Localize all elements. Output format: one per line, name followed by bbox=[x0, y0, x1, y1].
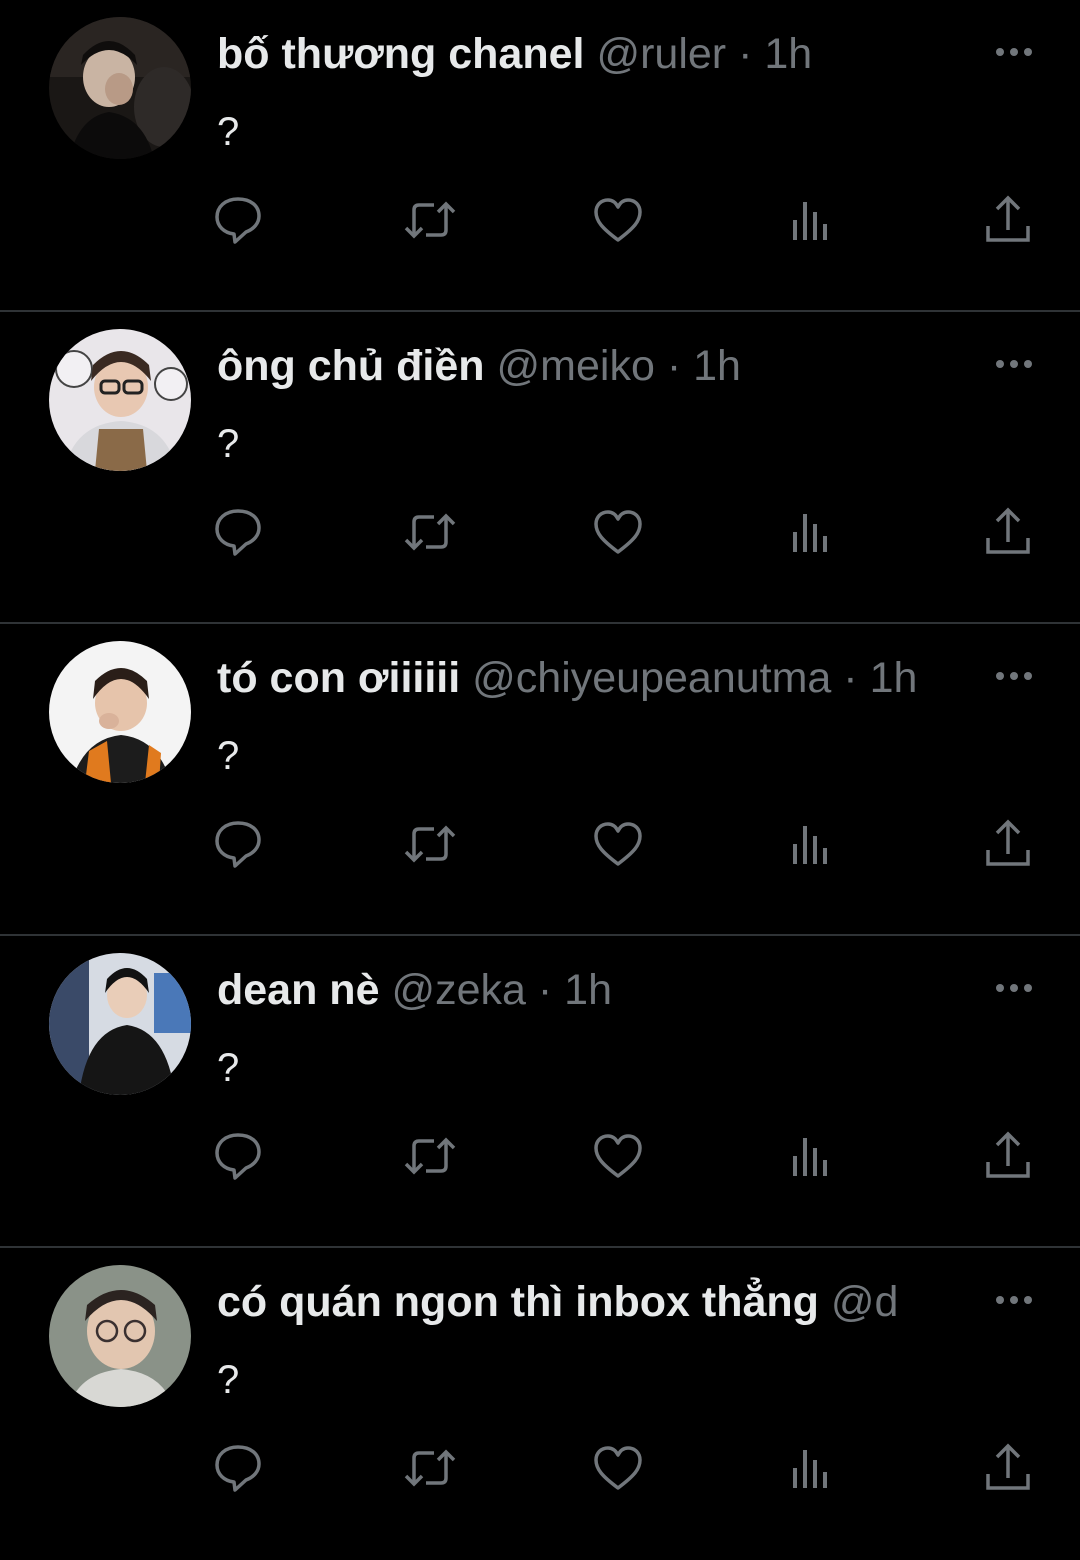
retweet-icon[interactable] bbox=[400, 502, 460, 562]
separator-dot: · bbox=[843, 654, 858, 702]
display-name[interactable]: tó con ơiiiiii bbox=[217, 654, 460, 702]
share-icon[interactable] bbox=[978, 1438, 1038, 1498]
retweet-icon[interactable] bbox=[400, 190, 460, 250]
tweet-header: bố thương chanel @ruler · 1h bbox=[217, 24, 957, 84]
avatar[interactable] bbox=[49, 17, 191, 159]
tweet-header: dean nè @zeka · 1h bbox=[217, 960, 957, 1020]
tweet-actions bbox=[0, 190, 1080, 250]
avatar[interactable] bbox=[49, 953, 191, 1095]
tweet-text: ? bbox=[217, 110, 240, 154]
share-icon[interactable] bbox=[978, 1126, 1038, 1186]
views-icon[interactable] bbox=[780, 1126, 840, 1186]
tweet[interactable]: tó con ơiiiiii @chiyeupeanutma · 1h ? bbox=[0, 624, 1080, 936]
tweet-text: ? bbox=[217, 734, 240, 778]
tweet[interactable]: có quán ngon thì inbox thẳng @d ? bbox=[0, 1248, 1080, 1560]
tweet-actions bbox=[0, 814, 1080, 874]
avatar[interactable] bbox=[49, 1265, 191, 1407]
share-icon[interactable] bbox=[978, 190, 1038, 250]
display-name[interactable]: bố thương chanel bbox=[217, 30, 584, 78]
tweet[interactable]: bố thương chanel @ruler · 1h ? bbox=[0, 0, 1080, 312]
reply-icon[interactable] bbox=[208, 814, 268, 874]
more-options-icon[interactable] bbox=[990, 38, 1038, 66]
like-icon[interactable] bbox=[588, 190, 648, 250]
reply-icon[interactable] bbox=[208, 1438, 268, 1498]
timestamp[interactable]: 1h bbox=[870, 654, 918, 702]
separator-dot: · bbox=[738, 30, 753, 78]
timeline-feed: bố thương chanel @ruler · 1h ? ông chủ đ… bbox=[0, 0, 1080, 1505]
tweet-header: có quán ngon thì inbox thẳng @d bbox=[217, 1272, 957, 1332]
user-handle[interactable]: @chiyeupeanutma bbox=[472, 654, 831, 702]
tweet-actions bbox=[0, 1438, 1080, 1498]
user-handle[interactable]: @ruler bbox=[596, 30, 726, 78]
avatar[interactable] bbox=[49, 329, 191, 471]
retweet-icon[interactable] bbox=[400, 814, 460, 874]
display-name[interactable]: dean nè bbox=[217, 966, 380, 1014]
tweet-actions bbox=[0, 1126, 1080, 1186]
display-name[interactable]: có quán ngon thì inbox thẳng bbox=[217, 1278, 819, 1326]
like-icon[interactable] bbox=[588, 1126, 648, 1186]
retweet-icon[interactable] bbox=[400, 1126, 460, 1186]
user-handle[interactable]: @meiko bbox=[497, 342, 655, 390]
tweet-actions bbox=[0, 502, 1080, 562]
views-icon[interactable] bbox=[780, 814, 840, 874]
display-name[interactable]: ông chủ điền bbox=[217, 342, 485, 390]
timestamp[interactable]: 1h bbox=[764, 30, 812, 78]
avatar[interactable] bbox=[49, 641, 191, 783]
tweet-text: ? bbox=[217, 1358, 240, 1402]
tweet-text: ? bbox=[217, 422, 240, 466]
user-handle[interactable]: @zeka bbox=[391, 966, 525, 1014]
tweet-header: ông chủ điền @meiko · 1h bbox=[217, 336, 957, 396]
reply-icon[interactable] bbox=[208, 502, 268, 562]
views-icon[interactable] bbox=[780, 1438, 840, 1498]
retweet-icon[interactable] bbox=[400, 1438, 460, 1498]
tweet-text: ? bbox=[217, 1046, 240, 1090]
views-icon[interactable] bbox=[780, 502, 840, 562]
separator-dot: · bbox=[537, 966, 553, 1014]
more-options-icon[interactable] bbox=[990, 1286, 1038, 1314]
more-options-icon[interactable] bbox=[990, 974, 1038, 1002]
views-icon[interactable] bbox=[780, 190, 840, 250]
more-options-icon[interactable] bbox=[990, 662, 1038, 690]
separator-dot: · bbox=[666, 342, 682, 390]
like-icon[interactable] bbox=[588, 502, 648, 562]
tweet[interactable]: dean nè @zeka · 1h ? bbox=[0, 936, 1080, 1248]
timestamp[interactable]: 1h bbox=[564, 966, 612, 1014]
like-icon[interactable] bbox=[588, 814, 648, 874]
tweet[interactable]: ông chủ điền @meiko · 1h ? bbox=[0, 312, 1080, 624]
more-options-icon[interactable] bbox=[990, 350, 1038, 378]
reply-icon[interactable] bbox=[208, 190, 268, 250]
reply-icon[interactable] bbox=[208, 1126, 268, 1186]
like-icon[interactable] bbox=[588, 1438, 648, 1498]
share-icon[interactable] bbox=[978, 502, 1038, 562]
tweet-header: tó con ơiiiiii @chiyeupeanutma · 1h bbox=[217, 648, 957, 708]
user-handle[interactable]: @d bbox=[831, 1278, 899, 1326]
share-icon[interactable] bbox=[978, 814, 1038, 874]
timestamp[interactable]: 1h bbox=[693, 342, 741, 390]
